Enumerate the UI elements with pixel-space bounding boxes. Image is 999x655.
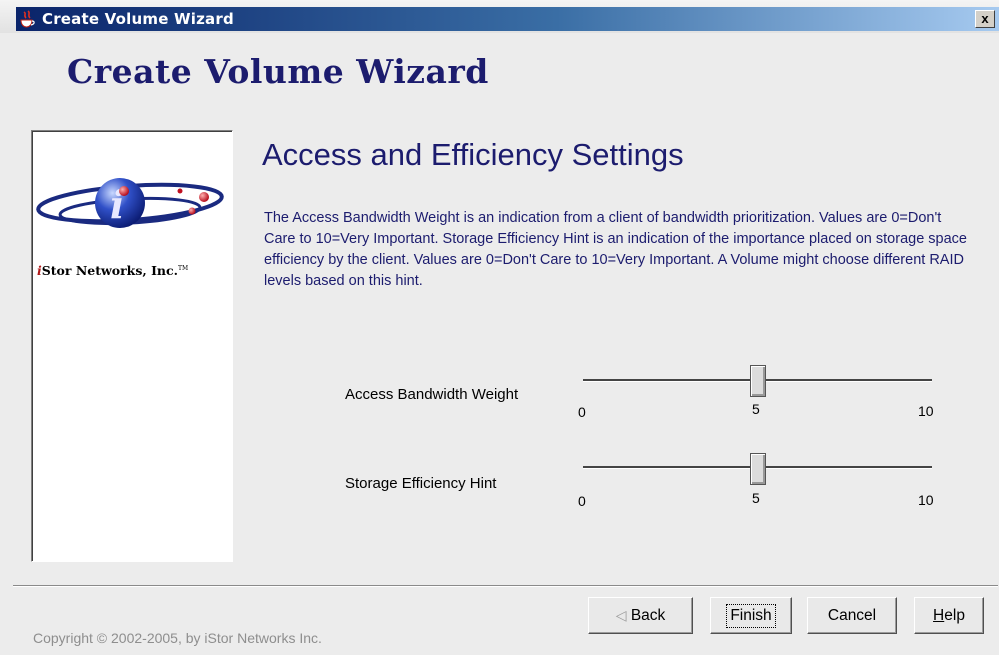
efficiency-tick-min: 0: [578, 493, 586, 509]
window-title: Create Volume Wizard: [42, 10, 234, 28]
section-description: The Access Bandwidth Weight is an indica…: [264, 210, 967, 289]
logo-panel: i iStor Networks, Inc.TM: [31, 130, 233, 562]
section-title: Access and Efficiency Settings: [262, 137, 684, 172]
bandwidth-tick-max: 10: [918, 403, 934, 419]
efficiency-hint-label: Storage Efficiency Hint: [345, 475, 497, 492]
back-button-label: Back: [630, 607, 666, 624]
efficiency-tick-mid: 5: [752, 490, 760, 506]
efficiency-slider-thumb[interactable]: [750, 453, 766, 485]
finish-button-label: Finish: [726, 604, 776, 628]
efficiency-tick-max: 10: [918, 492, 934, 508]
bandwidth-tick-min: 0: [578, 404, 586, 420]
back-button[interactable]: ◁ Back: [588, 597, 693, 634]
bandwidth-slider-thumb[interactable]: [750, 365, 766, 397]
title-bar: Create Volume Wizard x: [0, 0, 999, 33]
company-name-text: Stor Networks, Inc.: [41, 263, 178, 278]
help-button[interactable]: Help: [914, 597, 984, 634]
cancel-button-label: Cancel: [827, 607, 877, 624]
cancel-button[interactable]: Cancel: [807, 597, 897, 634]
java-cup-icon: [20, 10, 35, 28]
trademark-mark: TM: [177, 264, 189, 272]
finish-button[interactable]: Finish: [710, 597, 792, 634]
istor-logo-icon: i: [36, 178, 224, 228]
title-bar-active[interactable]: Create Volume Wizard x: [16, 7, 999, 31]
back-arrow-icon: ◁: [615, 607, 627, 623]
bandwidth-weight-label: Access Bandwidth Weight: [345, 386, 519, 403]
wizard-heading: Create Volume Wizard: [67, 52, 489, 91]
copyright-text: Copyright © 2002-2005, by iStor Networks…: [33, 630, 322, 646]
help-button-mnemonic: H: [933, 607, 945, 624]
help-button-label: elp: [944, 607, 965, 624]
bandwidth-tick-mid: 5: [752, 401, 760, 417]
close-button[interactable]: x: [975, 10, 995, 28]
footer-separator: [13, 585, 998, 587]
company-name: iStor Networks, Inc.TM: [37, 263, 188, 278]
